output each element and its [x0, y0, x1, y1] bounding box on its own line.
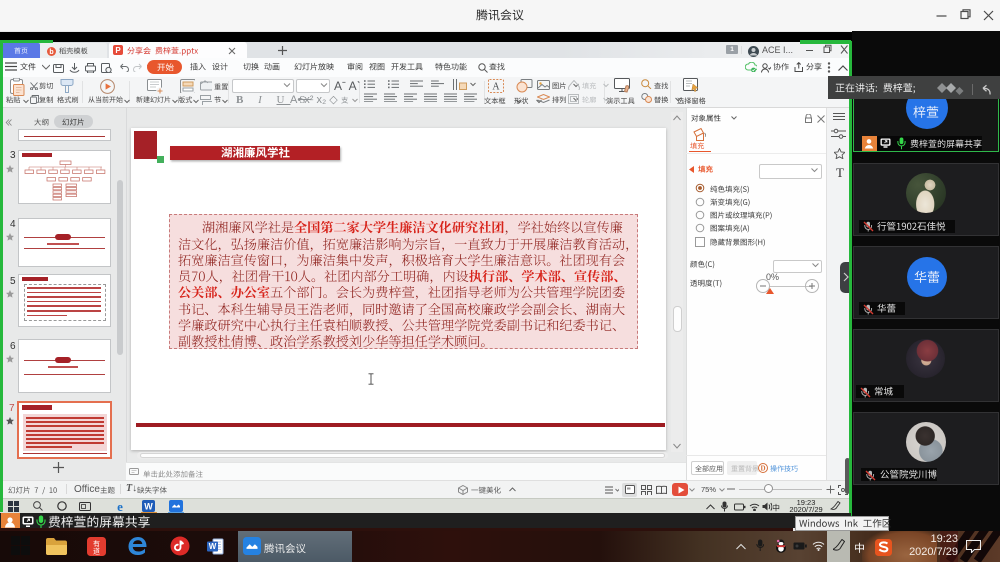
svg-text:道: 道: [93, 547, 100, 556]
svg-text:W: W: [209, 542, 217, 551]
svg-text:A: A: [492, 82, 500, 93]
svg-text:D: D: [760, 465, 765, 473]
svg-text:b: b: [49, 49, 53, 56]
svg-text:e: e: [117, 500, 123, 512]
svg-text:有: 有: [93, 539, 100, 548]
svg-text:P: P: [115, 46, 121, 55]
svg-text:W: W: [144, 502, 153, 512]
